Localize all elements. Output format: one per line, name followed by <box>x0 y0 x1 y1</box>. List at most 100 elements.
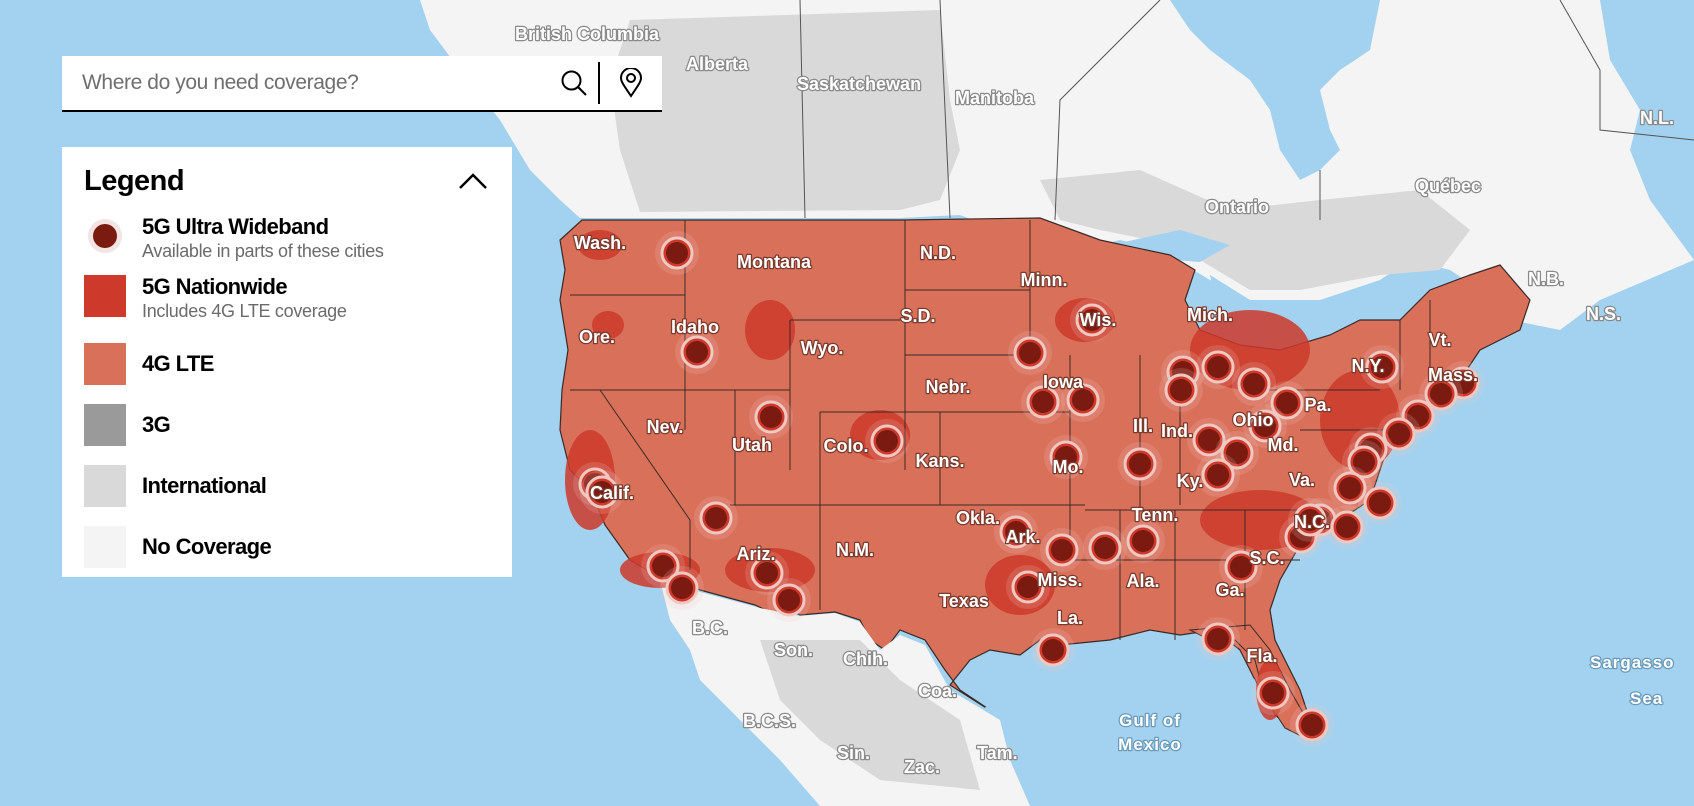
legend-label: 3G <box>142 412 171 437</box>
uwb-city-marker[interactable]: Tucson <box>767 578 811 622</box>
uwb-city-marker[interactable]: Las Vegas <box>694 496 738 540</box>
uwb-marker-core <box>1301 714 1323 736</box>
state-label: Ill. <box>1133 416 1153 436</box>
uwb-marker-core <box>760 406 782 428</box>
uwb-marker-core <box>1339 477 1361 499</box>
chevron-up-icon <box>459 173 487 189</box>
state-label: N.M. <box>836 540 874 560</box>
uwb-marker-core <box>666 242 688 264</box>
label-baja-california-sur: B.C.S. <box>743 711 796 731</box>
uwb-city-marker[interactable]: Memphis <box>1040 528 1084 572</box>
uwb-marker-core <box>1369 492 1391 514</box>
uwb-marker-core <box>1262 682 1284 704</box>
label-manitoba: Manitoba <box>955 88 1035 108</box>
uwb-city-marker[interactable]: Nashville <box>1121 519 1165 563</box>
state-label: Colo. <box>824 436 869 456</box>
legend-label: International <box>142 473 267 498</box>
label-sonora: Son. <box>774 640 813 660</box>
uwb-marker-core <box>671 577 693 599</box>
uwb-marker-core <box>1094 537 1116 559</box>
state-label: Nebr. <box>925 377 970 397</box>
uwb-city-marker[interactable]: Tampa <box>1251 671 1295 715</box>
state-label: Ark. <box>1005 527 1040 547</box>
state-label: Fla. <box>1246 646 1277 666</box>
state-label: Ky. <box>1177 471 1204 491</box>
uwb-city-marker[interactable]: San Diego <box>660 566 704 610</box>
uwb-marker-core <box>1243 373 1265 395</box>
state-label: Vt. <box>1428 330 1451 350</box>
label-sargasso-sea: Sargasso Sea <box>1590 653 1675 708</box>
legend-collapse-button[interactable] <box>456 164 490 198</box>
uwb-dot-icon <box>84 215 126 257</box>
state-label: Iowa <box>1043 372 1084 392</box>
uwb-marker-core <box>1051 539 1073 561</box>
uwb-city-marker[interactable]: Denver <box>865 419 909 463</box>
state-label: Va. <box>1289 470 1315 490</box>
legend-sublabel: Available in parts of these cities <box>142 241 384 261</box>
uwb-city-marker[interactable]: Sioux Falls <box>1008 331 1052 375</box>
uwb-marker-core <box>705 507 727 529</box>
state-label: Calif. <box>590 483 634 503</box>
uwb-city-marker[interactable]: Salt Lake City <box>749 395 793 439</box>
legend-item-3g: 3G <box>84 404 490 446</box>
uwb-city-marker[interactable]: Spokane <box>655 231 699 275</box>
legend-panel: Legend 5G Ultra Wideband Available in pa… <box>62 147 512 577</box>
state-label: Idaho <box>671 317 719 337</box>
3g-swatch <box>84 404 126 446</box>
state-label: Nev. <box>647 417 684 437</box>
uwb-marker-core <box>1207 628 1229 650</box>
legend-item-no-coverage: No Coverage <box>84 526 490 568</box>
use-my-location-button[interactable] <box>600 56 662 110</box>
state-label: N.D. <box>920 243 956 263</box>
state-label: N.C. <box>1294 512 1330 532</box>
legend-label: 4G LTE <box>142 351 214 376</box>
location-pin-icon <box>619 68 643 98</box>
state-label: Miss. <box>1037 570 1082 590</box>
label-ontario: Ontario <box>1205 197 1269 217</box>
label-coahuila: Coa. <box>918 681 957 701</box>
state-label: Kans. <box>915 451 964 471</box>
international-swatch <box>84 465 126 507</box>
state-label: Wis. <box>1080 310 1117 330</box>
label-alberta: Alberta <box>686 54 749 74</box>
uwb-marker-core <box>778 589 800 611</box>
uwb-marker-core <box>1170 379 1192 401</box>
coverage-search-input[interactable] <box>62 56 550 110</box>
label-new-brunswick: N.B. <box>1528 269 1564 289</box>
4g-lte-swatch <box>84 343 126 385</box>
search-button[interactable] <box>550 56 598 110</box>
uwb-marker-core <box>756 562 778 584</box>
state-label: Utah <box>732 435 772 455</box>
label-tamaulipas: Tam. <box>977 743 1018 763</box>
uwb-marker-core <box>1207 464 1229 486</box>
state-label: Tenn. <box>1132 505 1179 525</box>
uwb-marker-core <box>1129 453 1151 475</box>
legend-item-international: International <box>84 465 490 507</box>
coverage-search-bar <box>62 56 662 112</box>
no-coverage-swatch <box>84 526 126 568</box>
uwb-city-marker[interactable]: Houston <box>1031 628 1075 672</box>
state-label: Mich. <box>1187 305 1233 325</box>
uwb-marker-core <box>1207 356 1229 378</box>
state-label: Ind. <box>1161 421 1193 441</box>
uwb-city-marker[interactable]: St. Louis <box>1118 442 1162 486</box>
label-british-columbia: British Columbia <box>515 24 660 44</box>
legend-item-4g-lte: 4G LTE <box>84 343 490 385</box>
uwb-marker-core <box>876 430 898 452</box>
legend-label: 5G Ultra Wideband <box>142 214 329 239</box>
state-label: Wyo. <box>801 338 844 358</box>
uwb-city-marker[interactable]: Tallahassee <box>1196 617 1240 661</box>
state-label: S.C. <box>1249 548 1284 568</box>
state-label: Ariz. <box>736 544 775 564</box>
uwb-marker-core <box>1132 530 1154 552</box>
state-label: Ga. <box>1215 580 1244 600</box>
uwb-marker-core <box>1017 576 1039 598</box>
label-saskatchewan: Saskatchewan <box>797 74 921 94</box>
state-label: La. <box>1057 608 1083 628</box>
uwb-city-marker[interactable]: Miami <box>1290 703 1334 747</box>
uwb-city-marker[interactable]: Raleigh <box>1325 505 1369 549</box>
uwb-city-marker[interactable]: Little Rock <box>1083 526 1127 570</box>
state-label: Mo. <box>1053 457 1084 477</box>
uwb-city-marker[interactable]: Milwaukee <box>1159 368 1203 412</box>
5g-nationwide-swatch <box>84 275 126 317</box>
